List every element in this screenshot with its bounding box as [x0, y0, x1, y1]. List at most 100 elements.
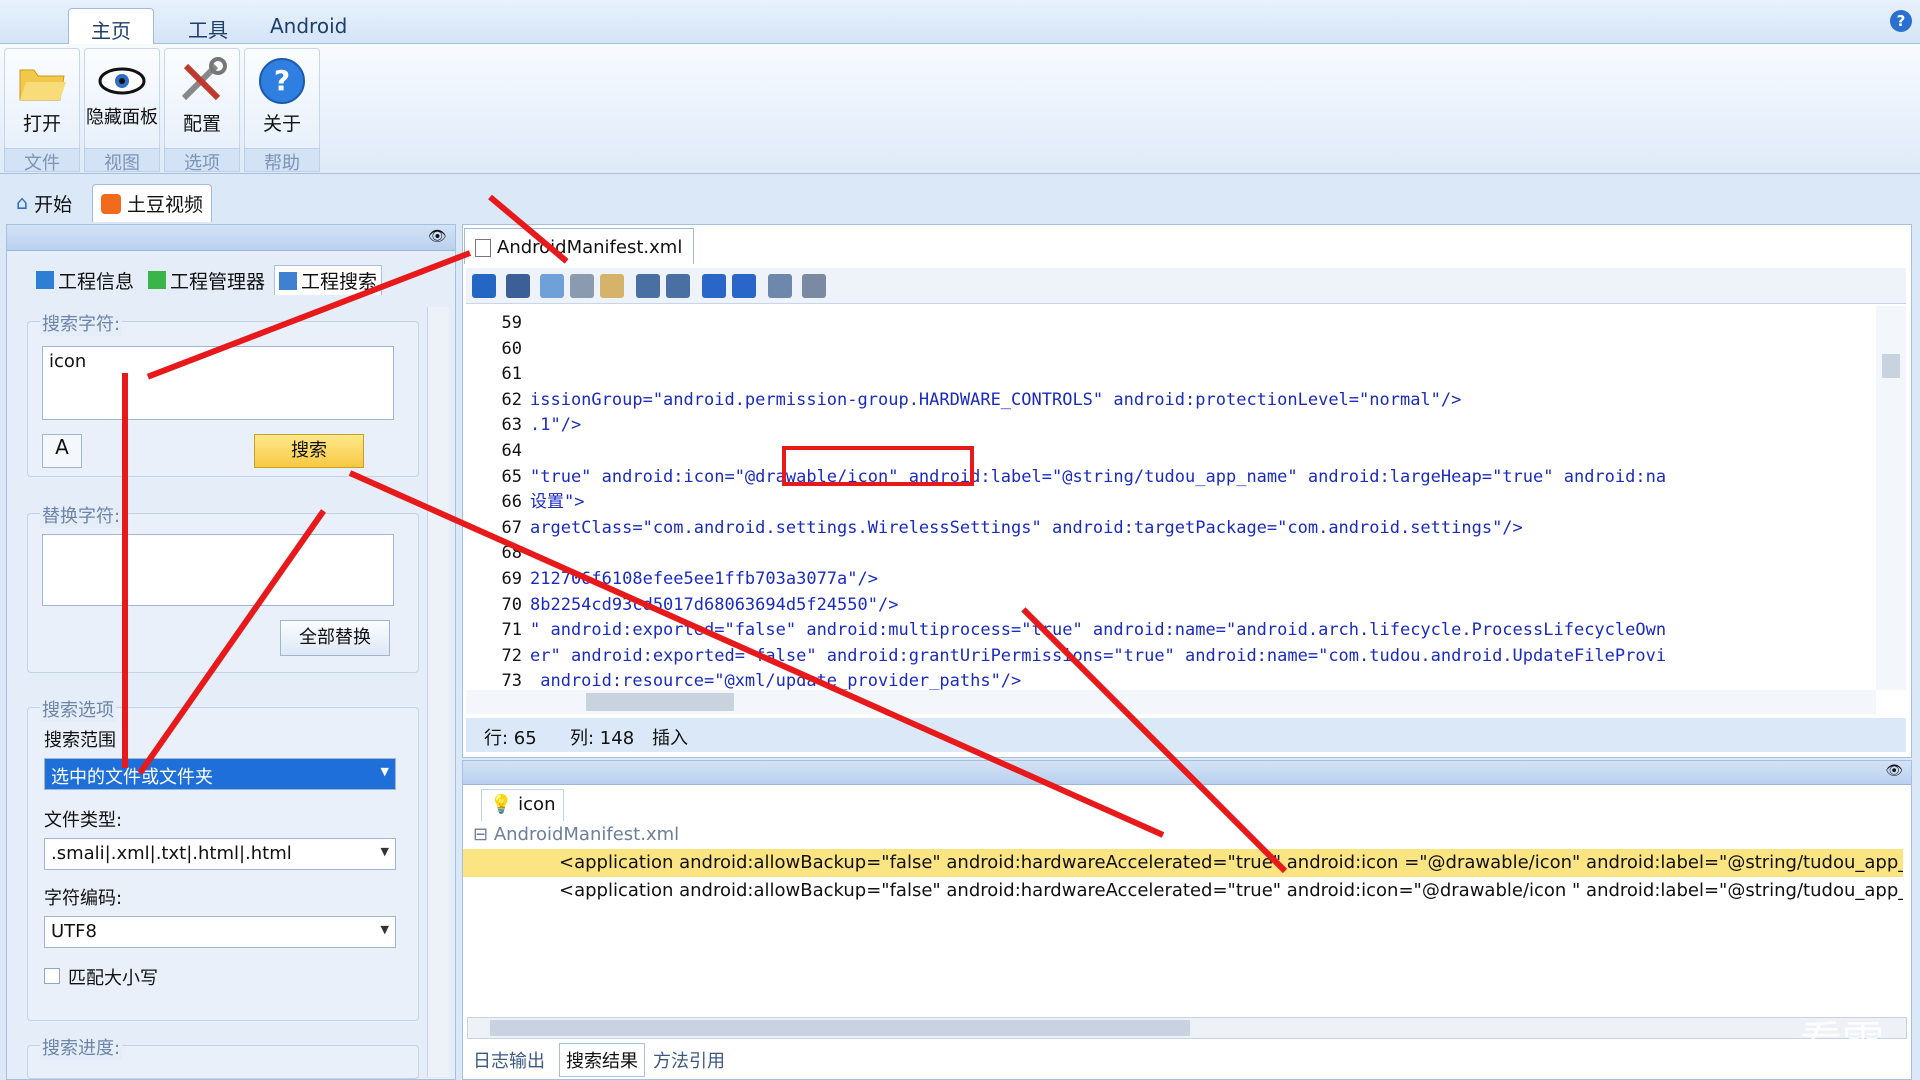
code-editor[interactable]: 59 60 61 62 issionGroup="android.permission-…	[466, 306, 1876, 690]
eye-icon[interactable]: 👁	[428, 227, 447, 245]
editor-hscroll[interactable]	[466, 690, 1876, 714]
search-title: 搜索字符:	[40, 310, 123, 336]
code-line[interactable]: 62 issionGroup="android.permission-group.…	[466, 387, 1462, 413]
ribbon-tab-home[interactable]: 主页	[68, 8, 154, 44]
replace-all-button[interactable]: 全部替换	[280, 620, 390, 656]
line-number: 62	[501, 389, 522, 410]
vscroll-thumb[interactable]	[1882, 354, 1900, 378]
results-hscroll-thumb[interactable]	[490, 1020, 1190, 1036]
line-number: 65	[501, 466, 522, 487]
search-input[interactable]: icon	[42, 346, 394, 420]
code-line[interactable]: 66 设置">	[466, 489, 585, 515]
document-tabs: ⌂ 开始 土豆视频	[0, 176, 1920, 222]
line-number: 68	[501, 543, 522, 564]
config-button[interactable]: 配置	[164, 48, 240, 152]
code-line[interactable]: 63 .1"/>	[466, 412, 582, 438]
code-line[interactable]: 68	[466, 540, 530, 566]
scope-label: 搜索范围	[44, 730, 116, 751]
options-group: 搜索选项 搜索范围 选中的文件或文件夹 ▼ 文件类型: .smali|.xml|.…	[27, 696, 419, 1021]
watermark: 看雪	[1800, 1017, 1885, 1066]
code-line[interactable]: 61	[466, 361, 530, 387]
scope-value: 选中的文件或文件夹	[51, 767, 213, 788]
code-line[interactable]: 59	[466, 310, 530, 336]
tab-search-results[interactable]: 搜索结果	[559, 1043, 645, 1077]
tab-project-info[interactable]: 工程信息	[31, 265, 139, 295]
results-hscroll[interactable]	[467, 1017, 1907, 1039]
tab-start[interactable]: ⌂ 开始	[8, 184, 80, 222]
hide-panel-button[interactable]: 隐藏面板	[84, 48, 160, 152]
copy-icon[interactable]	[540, 274, 564, 298]
tab-project[interactable]: 土豆视频	[92, 184, 213, 222]
search-icon	[279, 271, 298, 290]
line-text: issionGroup="android.permission-group.HA…	[530, 389, 1462, 410]
format-icon[interactable]	[768, 274, 792, 298]
panel-title-bar: 👁	[7, 225, 455, 251]
code-line[interactable]: 73 android:resource="@xml/update_provide…	[466, 668, 1022, 690]
encoding-label: 字符编码:	[44, 888, 123, 909]
hscroll-thumb[interactable]	[586, 693, 734, 711]
config-label: 配置	[182, 113, 221, 135]
android-icon	[148, 271, 167, 289]
about-button[interactable]: ? 关于	[244, 48, 320, 152]
case-checkbox[interactable]	[44, 968, 60, 984]
line-number: 61	[501, 364, 522, 385]
file-icon	[475, 239, 491, 257]
code-line[interactable]: 69 212706f6108efee5ee1ffb703a3077a"/>	[466, 566, 878, 592]
line-text: .1"/>	[530, 415, 582, 436]
group-help: 帮助	[244, 148, 320, 174]
chevron-down-icon: ▼	[380, 765, 389, 778]
font-style-button[interactable]: A	[42, 434, 82, 468]
filetype-select[interactable]: .smali|.xml|.txt|.html|.html ▼	[44, 838, 396, 870]
hide-panel-label: 隐藏面板	[86, 107, 158, 128]
help-icon[interactable]: ?	[1890, 10, 1912, 32]
group-file: 文件	[4, 148, 80, 174]
code-line[interactable]: 67 argetClass="com.android.settings.Wirel…	[466, 515, 1523, 541]
case-label: 匹配大小写	[68, 968, 158, 989]
info-icon	[36, 271, 54, 289]
line-number: 69	[501, 569, 522, 589]
line-number: 60	[501, 338, 522, 359]
tab-log-output[interactable]: 日志输出	[473, 1047, 545, 1073]
left-panel-scrollbar[interactable]	[427, 307, 449, 1077]
open-button[interactable]: 打开	[4, 48, 80, 152]
code-line[interactable]: 64	[466, 438, 530, 464]
group-view: 视图	[84, 148, 160, 174]
redo-icon[interactable]	[666, 274, 690, 298]
code-line[interactable]: 70 8b2254cd93cd5017d68063694d5f24550"/>	[466, 592, 899, 618]
code-line[interactable]: 60	[466, 336, 530, 362]
arrow-right-icon[interactable]	[732, 274, 756, 298]
code-line[interactable]: 71 " android:exported="false" android:mul…	[466, 617, 1667, 643]
tab-project-manager[interactable]: 工程管理器	[143, 265, 270, 295]
code-line[interactable]: 65 "true" android:icon="@drawable/icon" a…	[466, 464, 1667, 490]
line-number: 63	[501, 415, 522, 436]
line-number: 73	[501, 671, 522, 690]
progress-group: 搜索进度:	[27, 1034, 419, 1079]
ribbon-tab-bar: 主页 工具 Android ?	[0, 0, 1920, 44]
undo-icon[interactable]	[636, 274, 660, 298]
editor-vscroll[interactable]	[1876, 306, 1906, 690]
file-tab-manifest[interactable]: AndroidManifest.xml	[464, 228, 694, 264]
ribbon-tab-tools[interactable]: 工具	[166, 8, 250, 44]
java-icon[interactable]	[802, 274, 826, 298]
ribbon-tab-android[interactable]: Android	[248, 8, 369, 44]
chevron-down-icon: ▼	[380, 923, 389, 936]
line-number: 70	[501, 594, 522, 615]
search-button[interactable]: 搜索	[254, 434, 364, 468]
arrow-left-icon[interactable]	[702, 274, 726, 298]
cut-icon[interactable]	[570, 274, 594, 298]
scope-select[interactable]: 选中的文件或文件夹 ▼	[44, 758, 396, 790]
encoding-select[interactable]: UTF8 ▼	[44, 916, 396, 948]
tab-method-reference[interactable]: 方法引用	[653, 1047, 725, 1073]
replace-input[interactable]	[42, 534, 394, 606]
paste-icon[interactable]	[600, 274, 624, 298]
eye-icon[interactable]: 👁	[1885, 763, 1903, 779]
results-file-node[interactable]: ⊟ AndroidManifest.xml	[473, 821, 1913, 849]
save-icon[interactable]	[506, 274, 530, 298]
result-row[interactable]: <application android:allowBackup="false"…	[463, 849, 1903, 877]
results-query-tab[interactable]: 💡 icon	[481, 789, 565, 821]
lock-icon[interactable]	[472, 274, 496, 298]
line-number: 72	[501, 645, 522, 666]
result-row[interactable]: <application android:allowBackup="false"…	[463, 877, 1903, 905]
file-tab-label: AndroidManifest.xml	[497, 237, 683, 258]
folder-icon	[5, 53, 79, 109]
